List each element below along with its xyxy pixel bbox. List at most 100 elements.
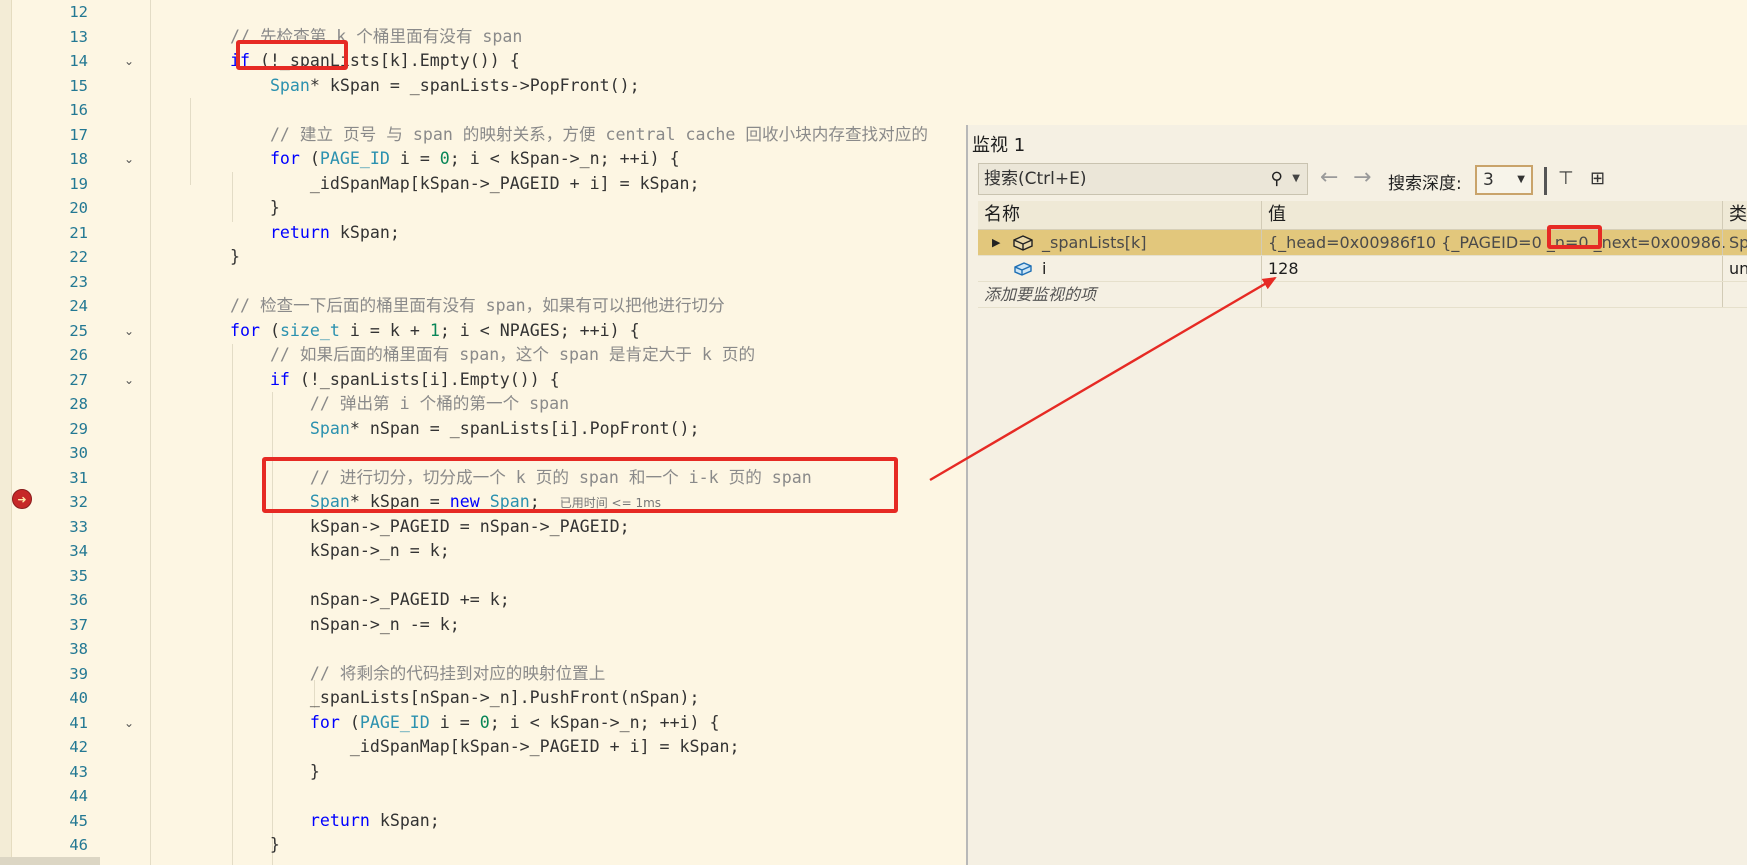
line-number: 24	[69, 297, 88, 315]
line-number: 26	[69, 346, 88, 364]
search-depth-select[interactable]: 3 ▼	[1475, 165, 1533, 195]
line-number: 23	[69, 272, 88, 291]
line-number: 22	[69, 248, 88, 266]
code-text: // 弹出第 i 个桶的第一个 span	[190, 392, 569, 417]
fold-toggle-icon[interactable]: ⌄	[122, 319, 136, 344]
horizontal-scrollbar[interactable]	[0, 857, 100, 865]
expand-triangle-icon[interactable]: ▶	[992, 230, 1000, 255]
fold-toggle-icon[interactable]: ⌄	[122, 711, 136, 736]
line-number: 45	[69, 811, 88, 830]
code-token: for	[309, 712, 340, 732]
code-text: }	[190, 196, 280, 221]
code-text: nSpan->_PAGEID += k;	[190, 588, 510, 613]
watch-name: _spanLists[k]	[1042, 233, 1147, 252]
code-text: if (!_spanLists[i].Empty()) {	[190, 368, 560, 393]
line-number: 16	[69, 101, 88, 119]
code-token: 0	[439, 149, 450, 168]
line-number: 27	[69, 370, 88, 389]
column-header-type[interactable]: 类	[1723, 201, 1747, 229]
watch-type: Sp	[1729, 233, 1747, 252]
line-number: 28	[69, 395, 88, 413]
code-token: return	[309, 810, 370, 830]
code-token: _idSpanMap[kSpan->_PAGEID + i] = kSpan;	[190, 173, 700, 193]
code-text: // 将剩余的代码挂到对应的映射位置上	[190, 662, 605, 687]
watch-type: un	[1729, 259, 1747, 278]
tree-view-icon[interactable]: ⊞	[1590, 168, 1605, 189]
watch-row[interactable]: i 128 un	[978, 256, 1747, 282]
code-token: ; i < NPAGES; ++i) {	[439, 320, 640, 340]
add-watch-row[interactable]: 添加要监视的项	[978, 282, 1747, 308]
code-token: }	[190, 761, 320, 781]
line-number: 44	[69, 787, 88, 805]
code-token: // 检查一下后面的桶里面有没有 span，如果有可以把他进行切分	[229, 296, 725, 315]
add-watch-item[interactable]: 添加要监视的项	[978, 282, 1266, 307]
forward-arrow-icon[interactable]: →	[1353, 165, 1371, 190]
line-number: 13	[69, 27, 88, 46]
watch-name: i	[1042, 259, 1047, 278]
line-number: 20	[69, 199, 88, 217]
chevron-down-icon[interactable]: ▼	[1292, 164, 1300, 194]
code-line[interactable]: 16	[0, 98, 1747, 123]
pin-icon[interactable]: ⊤	[1558, 168, 1574, 189]
watch-value: 128	[1268, 259, 1299, 278]
code-text: _spanLists[nSpan->_n].PushFront(nSpan);	[190, 686, 700, 711]
watch-row[interactable]: ▶ _spanLists[k] {_head=0x00986f10 {_PAGE…	[978, 230, 1747, 256]
code-token: }	[190, 835, 280, 854]
watch-title: 监视 1	[972, 135, 1026, 156]
watch-value: {_head=0x00986f10 {_PAGEID=0 _n=0 _next=…	[1268, 233, 1726, 252]
line-number: 35	[69, 566, 88, 585]
line-number: 34	[69, 542, 88, 560]
code-token: }	[190, 247, 240, 266]
code-line[interactable]: 15 Span* kSpan = _spanLists->PopFront();	[0, 74, 1747, 99]
fold-toggle-icon[interactable]: ⌄	[122, 49, 136, 74]
fold-toggle-icon[interactable]: ⌄	[122, 368, 136, 393]
code-text: }	[190, 245, 240, 270]
code-token: * nSpan = _spanLists[i].PopFront();	[349, 418, 700, 438]
column-header-name[interactable]: 名称	[978, 201, 1266, 229]
back-arrow-icon[interactable]: ←	[1320, 165, 1338, 190]
column-divider	[1722, 282, 1723, 307]
fold-toggle-icon[interactable]: ⌄	[122, 147, 136, 172]
search-input[interactable]: 搜索(Ctrl+E) ⚲ ▼	[978, 163, 1308, 195]
code-text: // 建立 页号 与 span 的映射关系，方便 central cache 回…	[190, 123, 928, 148]
code-token: 1	[429, 320, 440, 340]
code-text: // 如果后面的桶里面有 span，这个 span 是肯定大于 k 页的	[190, 343, 755, 368]
line-number: 21	[69, 223, 88, 242]
annotation-box-n-value	[1547, 225, 1602, 249]
code-token: ; i < kSpan->_n; ++i) {	[449, 149, 680, 168]
code-line[interactable]: 12	[0, 0, 1747, 25]
line-number: 38	[69, 640, 88, 658]
line-number: 17	[69, 125, 88, 144]
code-token: (	[339, 712, 360, 732]
line-number: 41	[69, 713, 88, 732]
line-number: 40	[69, 689, 88, 707]
code-token: (!_spanLists[i].Empty()) {	[289, 369, 560, 389]
chevron-down-icon: ▼	[1517, 174, 1525, 185]
column-header-value[interactable]: 值	[1262, 201, 1708, 229]
search-depth-label: 搜索深度:	[1388, 174, 1462, 194]
search-icon[interactable]: ⚲	[1271, 164, 1283, 194]
code-text: for (PAGE_ID i = 0; i < kSpan->_n; ++i) …	[190, 711, 720, 736]
code-token: i = k +	[339, 320, 430, 340]
code-token: nSpan->_n -= k;	[190, 614, 460, 634]
search-depth-value: 3	[1483, 170, 1494, 190]
code-token: _idSpanMap[kSpan->_PAGEID + i] = kSpan;	[190, 737, 740, 756]
code-text: kSpan->_n = k;	[190, 539, 450, 564]
code-text: for (PAGE_ID i = 0; i < kSpan->_n; ++i) …	[190, 147, 680, 172]
line-number: 30	[69, 444, 88, 462]
breakpoint-current-line-icon[interactable]: ➜	[12, 489, 32, 509]
line-number: 18	[69, 150, 88, 168]
line-number: 39	[69, 664, 88, 683]
code-token: size_t	[279, 320, 340, 340]
code-text: // 检查一下后面的桶里面有没有 span，如果有可以把他进行切分	[190, 294, 725, 319]
line-number: 42	[69, 738, 88, 756]
code-text: kSpan->_PAGEID = nSpan->_PAGEID;	[190, 515, 630, 540]
